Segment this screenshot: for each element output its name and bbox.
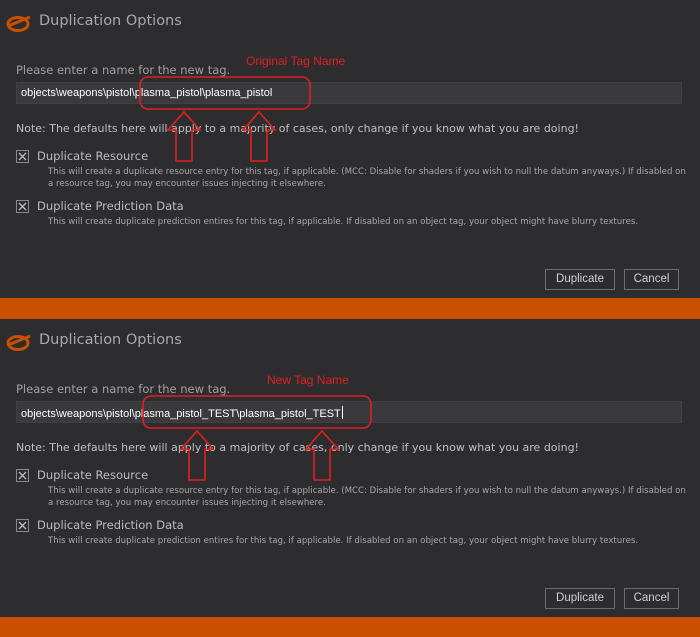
text-caret <box>341 406 343 419</box>
checkbox-checked-icon <box>18 152 27 161</box>
annotation-label: Original Tag Name <box>246 54 346 68</box>
halo-logo-icon <box>6 334 31 351</box>
duplicate-resource-description: This will create a duplicate resource en… <box>48 167 686 189</box>
cancel-button[interactable]: Cancel <box>624 269 679 290</box>
duplication-dialog-original: Duplication Options Please enter a name … <box>0 0 700 298</box>
annotation-label: New Tag Name <box>267 373 349 387</box>
tag-name-prompt: Please enter a name for the new tag. <box>16 382 231 396</box>
duplicate-prediction-description: This will create duplicate prediction en… <box>48 217 639 227</box>
up-arrow-icon <box>241 110 277 162</box>
tag-name-value: objects\weapons\pistol\plasma_pistol\pla… <box>21 87 273 99</box>
duplicate-resource-description: This will create a duplicate resource en… <box>48 486 686 508</box>
up-arrow-icon <box>179 429 215 481</box>
duplicate-prediction-label: Duplicate Prediction Data <box>37 518 184 532</box>
checkbox-checked-icon <box>18 521 27 530</box>
cancel-button[interactable]: Cancel <box>624 588 679 609</box>
tag-name-prompt: Please enter a name for the new tag. <box>16 63 231 77</box>
tag-name-input[interactable]: objects\weapons\pistol\plasma_pistol\pla… <box>16 82 682 104</box>
duplicate-button[interactable]: Duplicate <box>545 588 615 609</box>
duplicate-prediction-checkbox[interactable] <box>16 200 29 213</box>
duplicate-resource-checkbox[interactable] <box>16 150 29 163</box>
up-arrow-icon <box>166 110 202 162</box>
up-arrow-icon <box>304 429 340 481</box>
tag-name-value: objects\weapons\pistol\plasma_pistol_TES… <box>21 406 343 420</box>
checkbox-checked-icon <box>18 471 27 480</box>
checkbox-checked-icon <box>18 202 27 211</box>
duplicate-resource-label: Duplicate Resource <box>37 468 149 482</box>
halo-logo-icon <box>6 15 31 32</box>
defaults-note: Note: The defaults here will apply to a … <box>16 441 579 454</box>
duplicate-resource-label: Duplicate Resource <box>37 149 149 163</box>
dialog-title: Duplication Options <box>39 332 182 348</box>
defaults-note: Note: The defaults here will apply to a … <box>16 122 579 135</box>
dialog-title: Duplication Options <box>39 13 182 29</box>
tag-name-input[interactable]: objects\weapons\pistol\plasma_pistol_TES… <box>16 401 682 423</box>
tag-name-text: objects\weapons\pistol\plasma_pistol_TES… <box>21 408 341 420</box>
duplicate-prediction-checkbox[interactable] <box>16 519 29 532</box>
duplicate-button[interactable]: Duplicate <box>545 269 615 290</box>
duplicate-resource-checkbox[interactable] <box>16 469 29 482</box>
duplicate-prediction-description: This will create duplicate prediction en… <box>48 536 639 546</box>
duplication-dialog-new: Duplication Options Please enter a name … <box>0 319 700 617</box>
duplicate-prediction-label: Duplicate Prediction Data <box>37 199 184 213</box>
